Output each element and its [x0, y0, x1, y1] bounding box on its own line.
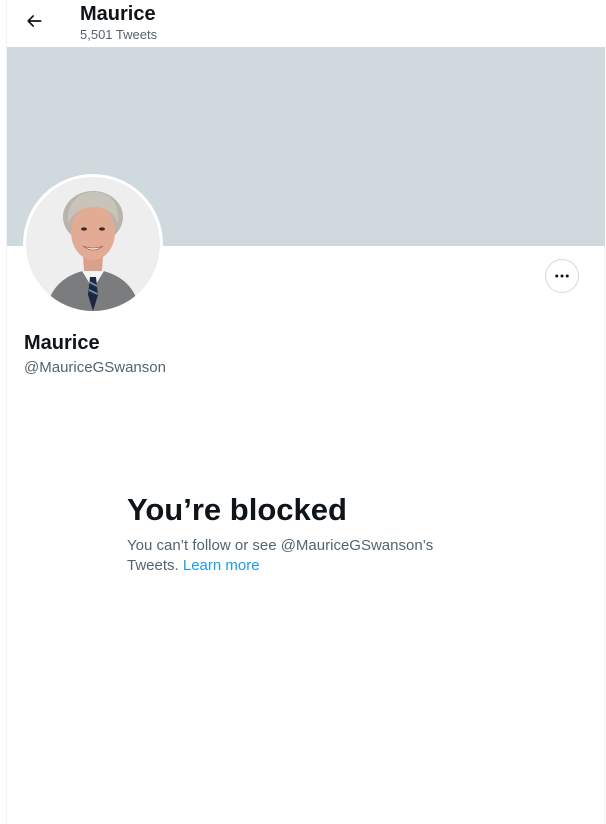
blocked-description-text: You can’t follow or see @MauriceGSwanson…	[127, 537, 434, 574]
more-horizontal-icon	[555, 274, 569, 278]
blocked-message: You’re blocked You can’t follow or see @…	[127, 490, 467, 576]
profile-handle: @MauriceGSwanson	[24, 359, 166, 376]
profile-photo	[26, 177, 160, 311]
profile-name: Maurice	[24, 332, 100, 354]
arrow-left-icon	[27, 15, 42, 27]
profile-header: Maurice 5,501 Tweets	[7, 0, 606, 47]
blocked-title: You’re blocked	[127, 492, 347, 527]
more-button[interactable]	[545, 259, 579, 293]
profile-column: Maurice 5,501 Tweets Maurice @MauriceGSw…	[6, 0, 606, 824]
avatar-image	[26, 177, 160, 311]
back-button[interactable]	[19, 6, 49, 36]
header-profile-name: Maurice	[80, 3, 156, 25]
learn-more-link[interactable]: Learn more	[183, 557, 260, 574]
avatar[interactable]	[23, 174, 163, 314]
header-tweet-count: 5,501 Tweets	[80, 27, 158, 42]
blocked-description: You can’t follow or see @MauriceGSwanson…	[127, 536, 467, 576]
